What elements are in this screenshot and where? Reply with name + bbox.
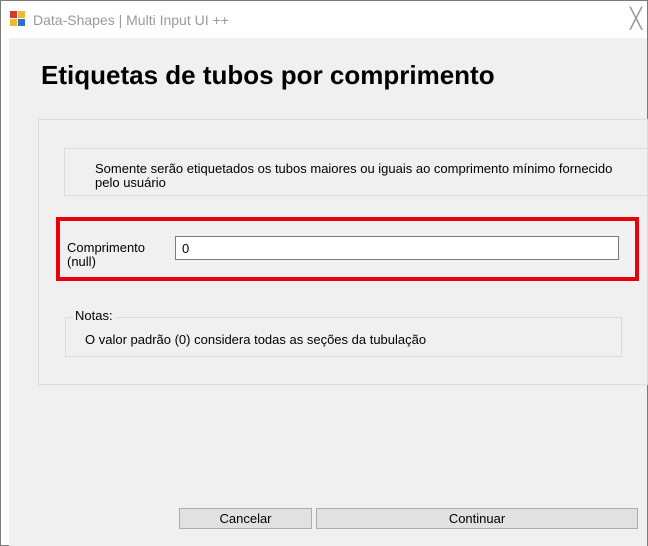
comprimento-label: Comprimento (null) [67, 241, 177, 269]
page-title: Etiquetas de tubos por comprimento [41, 60, 495, 90]
close-icon[interactable]: ╳ [625, 6, 647, 30]
dialog-window: Data-Shapes | Multi Input UI ++ ╳ Etique… [0, 0, 648, 546]
notes-title: Notas: [73, 308, 115, 323]
cancel-button[interactable]: Cancelar [179, 508, 312, 529]
notes-text: O valor padrão (0) considera todas as se… [85, 332, 427, 347]
comprimento-label-text: Comprimento [67, 240, 146, 255]
continue-button[interactable]: Continuar [316, 508, 638, 529]
window-title: Data-Shapes | Multi Input UI ++ [33, 12, 229, 28]
window-app-icon [9, 10, 26, 27]
comprimento-input[interactable] [175, 236, 619, 260]
info-box: Somente serão etiquetados os tubos maior… [64, 148, 648, 196]
comprimento-label-null: (null) [67, 254, 96, 269]
info-text: Somente serão etiquetados os tubos maior… [95, 161, 613, 190]
dialog-body: Etiquetas de tubos por comprimento Somen… [9, 38, 648, 546]
title-bar[interactable]: Data-Shapes | Multi Input UI ++ ╳ [1, 1, 647, 37]
